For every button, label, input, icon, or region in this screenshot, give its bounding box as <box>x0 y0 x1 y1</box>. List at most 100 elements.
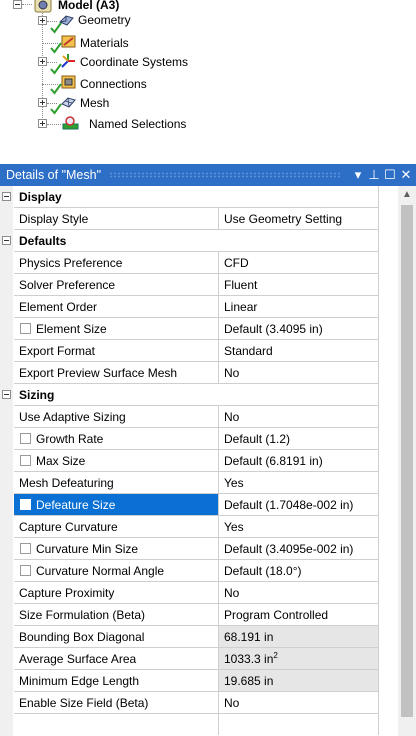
connections-icon <box>61 75 76 89</box>
group-label: Sizing <box>19 387 55 402</box>
property-row-partial <box>0 714 398 736</box>
property-value[interactable]: No <box>219 410 239 424</box>
property-value-wrap: 1033.3 in2 <box>219 650 278 666</box>
property-value[interactable]: Fluent <box>219 278 257 292</box>
property-name: Use Adaptive Sizing <box>19 409 126 424</box>
root-collapse-expander[interactable] <box>13 0 22 9</box>
close-icon[interactable]: ✕ <box>398 167 414 183</box>
property-name: Export Preview Surface Mesh <box>19 365 178 380</box>
maximize-icon[interactable]: ☐ <box>382 167 398 183</box>
property-row-growth-rate[interactable]: Growth Rate Default (1.2) <box>0 428 398 450</box>
property-value[interactable]: Default (1.2) <box>219 432 290 446</box>
named-selections-expander[interactable] <box>38 119 47 128</box>
property-value[interactable]: Default (6.8191 in) <box>219 454 323 468</box>
property-value: 19.685 in <box>224 673 274 688</box>
scrollbar-thumb[interactable] <box>401 205 413 717</box>
collapse-icon[interactable] <box>2 192 11 201</box>
property-name: Capture Curvature <box>19 519 118 534</box>
tree-node-label: Materials <box>80 36 129 50</box>
group-label: Display <box>19 189 62 204</box>
property-name: Curvature Min Size <box>36 541 139 556</box>
property-value[interactable]: No <box>219 696 239 710</box>
property-row-element-size[interactable]: Element Size Default (3.4095 in) <box>0 318 398 340</box>
materials-icon <box>61 35 76 48</box>
group-label: Defaults <box>19 233 67 248</box>
property-value[interactable]: No <box>219 366 239 380</box>
tree-node-label: Named Selections <box>89 117 187 131</box>
property-row-max-size[interactable]: Max Size Default (6.8191 in) <box>0 450 398 472</box>
property-value[interactable]: Standard <box>219 344 273 358</box>
parameter-checkbox[interactable] <box>20 323 31 334</box>
unit-superscript: 2 <box>273 650 278 660</box>
property-name: Element Order <box>19 299 98 314</box>
geometry-expander[interactable] <box>38 16 47 25</box>
parameter-checkbox[interactable] <box>20 565 31 576</box>
dropdown-icon[interactable]: ▾ <box>350 167 366 183</box>
property-row-physics-preference[interactable]: Physics Preference CFD <box>0 252 398 274</box>
property-row-solver-preference[interactable]: Solver Preference Fluent <box>0 274 398 296</box>
parameter-checkbox[interactable] <box>20 455 31 466</box>
property-name: Enable Size Field (Beta) <box>19 695 149 710</box>
property-value[interactable]: Default (3.4095e-002 in) <box>219 542 353 556</box>
property-name: Physics Preference <box>19 255 123 270</box>
model-icon <box>34 0 52 13</box>
property-row-curvature-normal-angle[interactable]: Curvature Normal Angle Default (18.0°) <box>0 560 398 582</box>
property-value[interactable]: Yes <box>219 476 244 490</box>
tree-node-label: Mesh <box>80 96 110 110</box>
property-value[interactable]: Default (1.7048e-002 in) <box>219 498 353 512</box>
property-row-defeature-size[interactable]: Defeature Size Default (1.7048e-002 in) <box>0 494 398 516</box>
tree-node-mesh[interactable]: Mesh <box>80 93 109 113</box>
tree-node-coordinate-systems[interactable]: Coordinate Systems <box>80 52 188 72</box>
property-value: 68.191 in <box>224 629 274 644</box>
details-scrollbar[interactable]: ▲ <box>398 186 416 736</box>
property-name: Minimum Edge Length <box>19 673 140 688</box>
group-header-sizing[interactable]: Sizing <box>0 384 398 406</box>
coordinate-systems-expander[interactable] <box>38 57 47 66</box>
group-header-defaults[interactable]: Defaults <box>0 230 398 252</box>
property-value[interactable]: Linear <box>219 300 257 314</box>
property-value[interactable]: Use Geometry Setting <box>219 212 342 226</box>
tree-node-materials[interactable]: Materials <box>80 33 129 53</box>
property-row-element-order[interactable]: Element Order Linear <box>0 296 398 318</box>
property-row-mesh-defeaturing[interactable]: Mesh Defeaturing Yes <box>0 472 398 494</box>
named-selections-icon <box>62 116 79 130</box>
outline-tree: Model (A3) Geometry Materials Coordinate… <box>0 0 416 158</box>
details-titlebar: Details of "Mesh" ▾ ⊥ ☐ ✕ <box>0 164 416 186</box>
pin-icon[interactable]: ⊥ <box>366 167 382 183</box>
property-row-bounding-box-diagonal: Bounding Box Diagonal 68.191 in <box>0 626 398 648</box>
property-name: Size Formulation (Beta) <box>19 607 146 622</box>
scroll-up-icon[interactable]: ▲ <box>398 186 416 203</box>
tree-node-connections[interactable]: Connections <box>80 74 147 94</box>
parameter-checkbox[interactable] <box>20 433 31 444</box>
property-row-export-format[interactable]: Export Format Standard <box>0 340 398 362</box>
group-header-display[interactable]: Display <box>0 186 398 208</box>
property-name: Bounding Box Diagonal <box>19 629 145 644</box>
property-row-use-adaptive-sizing[interactable]: Use Adaptive Sizing No <box>0 406 398 428</box>
parameter-checkbox[interactable] <box>20 499 31 510</box>
property-row-display-style[interactable]: Display Style Use Geometry Setting <box>0 208 398 230</box>
property-name: Average Surface Area <box>19 651 137 666</box>
property-row-capture-curvature[interactable]: Capture Curvature Yes <box>0 516 398 538</box>
property-row-size-formulation[interactable]: Size Formulation (Beta) Program Controll… <box>0 604 398 626</box>
property-row-curvature-min-size[interactable]: Curvature Min Size Default (3.4095e-002 … <box>0 538 398 560</box>
property-name: Capture Proximity <box>19 585 115 600</box>
titlebar-grip[interactable] <box>109 172 342 178</box>
property-value[interactable]: CFD <box>219 256 249 270</box>
property-value[interactable]: Program Controlled <box>219 608 328 622</box>
property-value[interactable]: Default (3.4095 in) <box>219 322 323 336</box>
property-row-capture-proximity[interactable]: Capture Proximity No <box>0 582 398 604</box>
property-value: 1033.3 in <box>224 651 274 666</box>
property-value[interactable]: No <box>219 586 239 600</box>
property-value[interactable]: Yes <box>219 520 244 534</box>
collapse-icon[interactable] <box>2 236 11 245</box>
property-row-export-preview-surface-mesh[interactable]: Export Preview Surface Mesh No <box>0 362 398 384</box>
tree-node-geometry[interactable]: Geometry <box>78 10 131 30</box>
tree-node-label: Geometry <box>78 13 131 27</box>
property-name: Curvature Normal Angle <box>36 563 165 578</box>
mesh-expander[interactable] <box>38 98 47 107</box>
property-row-enable-size-field[interactable]: Enable Size Field (Beta) No <box>0 692 398 714</box>
collapse-icon[interactable] <box>2 390 11 399</box>
parameter-checkbox[interactable] <box>20 543 31 554</box>
tree-node-named-selections[interactable]: Named Selections <box>89 114 186 134</box>
property-value[interactable]: Default (18.0°) <box>219 564 302 578</box>
